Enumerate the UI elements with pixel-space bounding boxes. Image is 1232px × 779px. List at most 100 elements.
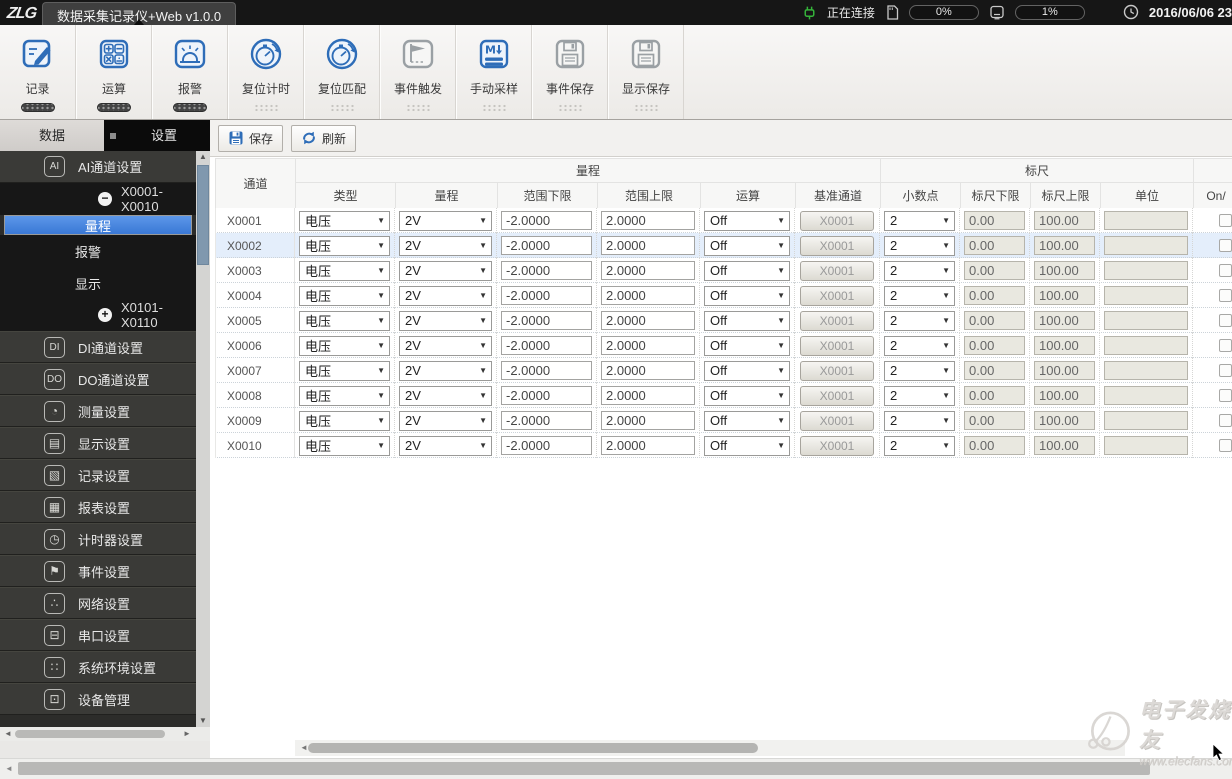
unit-input[interactable] <box>1104 336 1188 355</box>
range-select[interactable]: 2V ▼ <box>399 335 492 356</box>
calc-select[interactable]: Off ▼ <box>704 410 790 431</box>
decimal-select[interactable]: 2 ▼ <box>884 360 955 381</box>
range-select[interactable]: 2V ▼ <box>399 435 492 456</box>
sidebar-item-device-management[interactable]: ⊡ 设备管理 <box>0 683 196 715</box>
type-select[interactable]: 电压 ▼ <box>299 260 390 281</box>
on-off-checkbox[interactable] <box>1219 339 1232 352</box>
sidebar-item-do-channel-settings[interactable]: DO DO通道设置 <box>0 363 196 395</box>
sidebar-item-range[interactable]: 量程 <box>4 215 192 235</box>
scroll-down-arrow[interactable]: ▼ <box>196 715 210 727</box>
scale-high-input[interactable]: 100.00 <box>1034 211 1095 230</box>
calc-select[interactable]: Off ▼ <box>704 360 790 381</box>
scroll-right-arrow[interactable]: ► <box>181 727 193 741</box>
scale-high-input[interactable]: 100.00 <box>1034 236 1095 255</box>
sidebar-item-ai-channel-settings[interactable]: AI AI通道设置 <box>0 151 196 183</box>
decimal-select[interactable]: 2 ▼ <box>884 335 955 356</box>
calc-select[interactable]: Off ▼ <box>704 260 790 281</box>
sidebar-horizontal-scrollbar[interactable]: ◄ ► <box>0 727 210 741</box>
toolbar-button-event-trigger[interactable]: 事件触发 <box>380 25 456 119</box>
sidebar-item-measure-settings[interactable]: ◔ 测量设置 <box>0 395 196 427</box>
scroll-up-arrow[interactable]: ▲ <box>196 151 210 163</box>
range-select[interactable]: 2V ▼ <box>399 235 492 256</box>
range-low-input[interactable]: -2.0000 <box>501 411 592 430</box>
toolbar-button-calculate[interactable]: 运算 <box>76 25 152 119</box>
scale-low-input[interactable]: 0.00 <box>964 236 1025 255</box>
range-select[interactable]: 2V ▼ <box>399 410 492 431</box>
ref-channel-button[interactable]: X0001 <box>800 285 874 306</box>
type-select[interactable]: 电压 ▼ <box>299 410 390 431</box>
scale-high-input[interactable]: 100.00 <box>1034 336 1095 355</box>
calc-select[interactable]: Off ▼ <box>704 310 790 331</box>
tab-settings[interactable]: 设置 <box>120 120 208 151</box>
decimal-select[interactable]: 2 ▼ <box>884 260 955 281</box>
sidebar-vertical-scrollbar[interactable]: ▲ ▼ <box>196 151 210 727</box>
app-title-tab[interactable]: 数据采集记录仪+Web v1.0.0 <box>42 2 237 25</box>
calc-select[interactable]: Off ▼ <box>704 385 790 406</box>
calc-select[interactable]: Off ▼ <box>704 285 790 306</box>
collapse-icon[interactable]: − <box>98 192 112 206</box>
range-low-input[interactable]: -2.0000 <box>501 286 592 305</box>
scrollbar-thumb[interactable] <box>197 165 209 265</box>
calc-select[interactable]: Off ▼ <box>704 435 790 456</box>
toolbar-button-record[interactable]: 记录 <box>0 25 76 119</box>
ref-channel-button[interactable]: X0001 <box>800 335 874 356</box>
calc-select[interactable]: Off ▼ <box>704 210 790 231</box>
ref-channel-button[interactable]: X0001 <box>800 435 874 456</box>
sidebar-item-report-settings[interactable]: ▦ 报表设置 <box>0 491 196 523</box>
decimal-select[interactable]: 2 ▼ <box>884 435 955 456</box>
scale-high-input[interactable]: 100.00 <box>1034 361 1095 380</box>
toolbar-button-manual-sample[interactable]: M 手动采样 <box>456 25 532 119</box>
range-high-input[interactable]: 2.0000 <box>601 436 695 455</box>
type-select[interactable]: 电压 ▼ <box>299 285 390 306</box>
sidebar-item-record-settings[interactable]: ▧ 记录设置 <box>0 459 196 491</box>
page-horizontal-scrollbar[interactable]: ◄ <box>0 758 1232 779</box>
ref-channel-button[interactable]: X0001 <box>800 235 874 256</box>
scale-high-input[interactable]: 100.00 <box>1034 436 1095 455</box>
decimal-select[interactable]: 2 ▼ <box>884 235 955 256</box>
ref-channel-button[interactable]: X0001 <box>800 385 874 406</box>
scrollbar-thumb[interactable] <box>15 730 165 738</box>
expand-icon[interactable]: + <box>98 308 112 322</box>
scale-low-input[interactable]: 0.00 <box>964 411 1025 430</box>
decimal-select[interactable]: 2 ▼ <box>884 385 955 406</box>
unit-input[interactable] <box>1104 211 1188 230</box>
scale-low-input[interactable]: 0.00 <box>964 286 1025 305</box>
ref-channel-button[interactable]: X0001 <box>800 410 874 431</box>
range-select[interactable]: 2V ▼ <box>399 210 492 231</box>
sidebar-item-group-x0001-x0010[interactable]: − X0001-X0010 <box>0 183 196 215</box>
save-button[interactable]: 保存 <box>218 124 284 152</box>
on-off-checkbox[interactable] <box>1219 239 1232 252</box>
range-high-input[interactable]: 2.0000 <box>601 361 695 380</box>
scroll-left-arrow[interactable]: ◄ <box>3 762 15 776</box>
range-low-input[interactable]: -2.0000 <box>501 436 592 455</box>
scale-high-input[interactable]: 100.00 <box>1034 311 1095 330</box>
type-select[interactable]: 电压 ▼ <box>299 385 390 406</box>
sidebar-item-display[interactable]: 显示 <box>0 267 196 299</box>
on-off-checkbox[interactable] <box>1219 289 1232 302</box>
toolbar-button-display-save[interactable]: 显示保存 <box>608 25 684 119</box>
toolbar-button-event-save[interactable]: 事件保存 <box>532 25 608 119</box>
range-low-input[interactable]: -2.0000 <box>501 336 592 355</box>
scale-low-input[interactable]: 0.00 <box>964 311 1025 330</box>
toolbar-button-reset-match[interactable]: 复位匹配 <box>304 25 380 119</box>
range-high-input[interactable]: 2.0000 <box>601 286 695 305</box>
on-off-checkbox[interactable] <box>1219 439 1232 452</box>
decimal-select[interactable]: 2 ▼ <box>884 285 955 306</box>
scrollbar-thumb[interactable] <box>308 743 758 753</box>
ref-channel-button[interactable]: X0001 <box>800 360 874 381</box>
ref-channel-button[interactable]: X0001 <box>800 210 874 231</box>
scale-high-input[interactable]: 100.00 <box>1034 411 1095 430</box>
on-off-checkbox[interactable] <box>1219 214 1232 227</box>
scale-low-input[interactable]: 0.00 <box>964 361 1025 380</box>
decimal-select[interactable]: 2 ▼ <box>884 410 955 431</box>
range-low-input[interactable]: -2.0000 <box>501 361 592 380</box>
unit-input[interactable] <box>1104 311 1188 330</box>
toolbar-button-alarm[interactable]: 报警 <box>152 25 228 119</box>
range-high-input[interactable]: 2.0000 <box>601 336 695 355</box>
range-high-input[interactable]: 2.0000 <box>601 386 695 405</box>
unit-input[interactable] <box>1104 236 1188 255</box>
sidebar-item-display-settings[interactable]: ▤ 显示设置 <box>0 427 196 459</box>
range-select[interactable]: 2V ▼ <box>399 285 492 306</box>
scale-low-input[interactable]: 0.00 <box>964 261 1025 280</box>
range-low-input[interactable]: -2.0000 <box>501 211 592 230</box>
